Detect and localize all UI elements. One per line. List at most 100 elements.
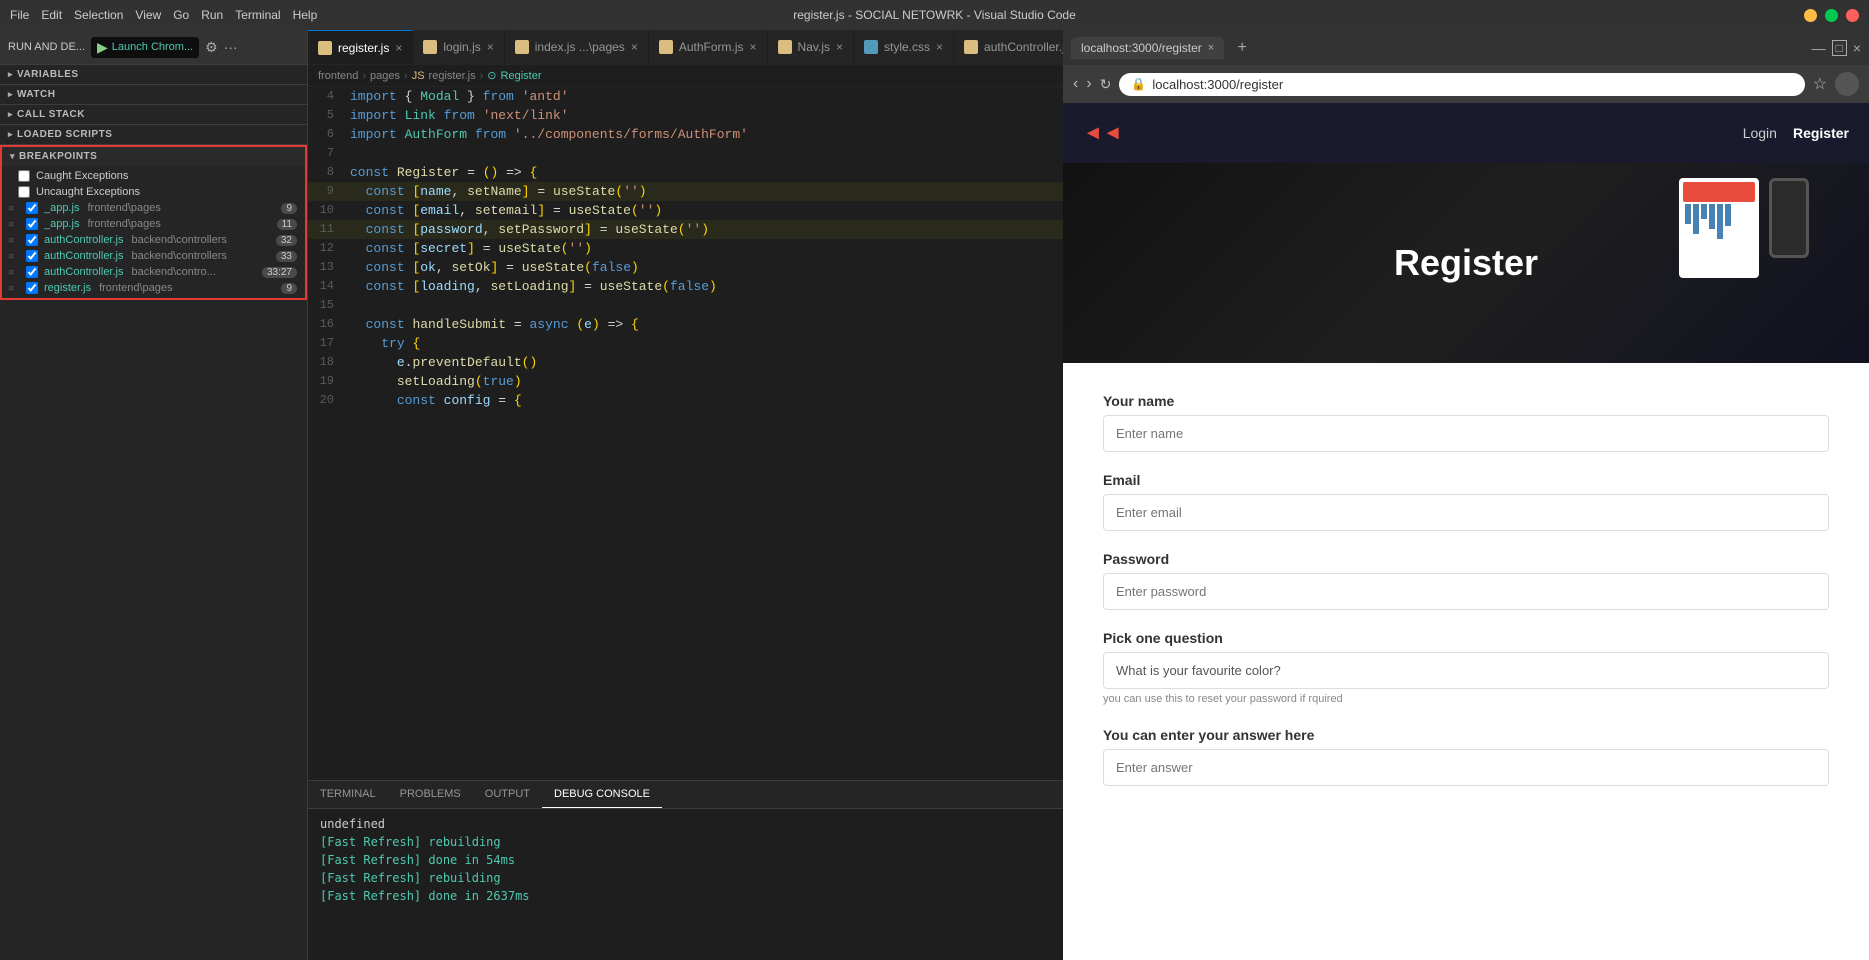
browser-content: ◄◄ Login Register <box>1063 103 1869 960</box>
bp-checkbox-0[interactable] <box>26 202 38 214</box>
email-input[interactable] <box>1103 494 1829 531</box>
watch-header[interactable]: WATCH <box>0 85 307 104</box>
tab-register-js[interactable]: register.js × <box>308 30 413 64</box>
uncaught-exceptions-checkbox[interactable] <box>18 186 30 198</box>
window-controls <box>1804 9 1859 22</box>
loaded-scripts-header[interactable]: LOADED SCRIPTS <box>0 125 307 144</box>
bp-checkbox-4[interactable] <box>26 266 38 278</box>
breadcrumb-register-symbol[interactable]: ⊙ <box>487 69 496 82</box>
maximize-button[interactable] <box>1825 9 1838 22</box>
breadcrumb-register-name[interactable]: Register <box>501 70 542 82</box>
terminal-line-3: [Fast Refresh] rebuilding <box>320 869 1051 887</box>
nav-login-link[interactable]: Login <box>1743 125 1777 141</box>
minimize-button[interactable] <box>1804 9 1817 22</box>
address-bar[interactable]: 🔒 localhost:3000/register <box>1119 73 1804 96</box>
breadcrumb-sep-2: › <box>404 70 408 82</box>
tab-label-nav: Nav.js <box>798 40 830 54</box>
breadcrumb-frontend[interactable]: frontend <box>318 70 358 82</box>
browser-maximize-icon[interactable]: □ <box>1832 40 1847 56</box>
more-icon[interactable]: ··· <box>224 39 238 55</box>
bookmark-button[interactable]: ☆ <box>1813 74 1827 94</box>
callstack-section: CALL STACK <box>0 105 307 125</box>
breadcrumb-register-js[interactable]: register.js <box>429 70 476 82</box>
new-tab-button[interactable]: + <box>1230 36 1254 60</box>
back-button[interactable]: ‹ <box>1073 75 1078 93</box>
tab-style-css[interactable]: style.css × <box>854 30 954 64</box>
tab-authform[interactable]: AuthForm.js × <box>649 30 768 64</box>
launch-config-button[interactable]: ▶ Launch Chrom... <box>91 37 199 58</box>
browser-close-icon[interactable]: × <box>1853 40 1861 56</box>
run-debug-label: RUN AND DE... <box>8 41 85 53</box>
tab-problems[interactable]: PROBLEMS <box>388 781 473 808</box>
terminal-line-1: [Fast Refresh] rebuilding <box>320 833 1051 851</box>
address-text: localhost:3000/register <box>1152 77 1283 92</box>
bp-checkbox-5[interactable] <box>26 282 38 294</box>
browser-tab-close[interactable]: × <box>1208 42 1214 54</box>
menu-selection[interactable]: Selection <box>74 8 123 22</box>
bp-checkbox-2[interactable] <box>26 234 38 246</box>
answer-input[interactable] <box>1103 749 1829 786</box>
breakpoints-chevron <box>10 151 15 162</box>
breadcrumb-pages[interactable]: pages <box>370 70 400 82</box>
js-file-icon <box>964 40 978 54</box>
browser-minimize-icon[interactable]: — <box>1812 40 1826 56</box>
question-select[interactable]: What is your favourite color? <box>1103 652 1829 689</box>
tab-terminal[interactable]: TERMINAL <box>308 781 388 808</box>
refresh-button[interactable]: ↻ <box>1100 76 1112 93</box>
lock-icon: 🔒 <box>1131 77 1146 91</box>
tab-close-login[interactable]: × <box>487 41 494 53</box>
tab-debug-console[interactable]: DEBUG CONSOLE <box>542 781 662 808</box>
terminal-tabs: TERMINAL PROBLEMS OUTPUT DEBUG CONSOLE <box>308 781 1063 809</box>
nav-register-link[interactable]: Register <box>1793 125 1849 141</box>
tab-authcontroller[interactable]: authController.js × <box>954 30 1063 64</box>
callstack-label: CALL STACK <box>17 109 85 120</box>
code-editor[interactable]: 4 import { Modal } from 'antd' 5 import … <box>308 87 1063 780</box>
bp-path-2: backend\controllers <box>132 234 227 246</box>
css-file-icon <box>864 40 878 54</box>
variables-chevron <box>8 69 13 80</box>
email-label: Email <box>1103 472 1829 488</box>
close-button[interactable] <box>1846 9 1859 22</box>
breakpoints-list: Caught Exceptions Uncaught Exceptions ○ … <box>2 166 305 298</box>
callstack-header[interactable]: CALL STACK <box>0 105 307 124</box>
bp-checkbox-3[interactable] <box>26 250 38 262</box>
form-group-question: Pick one question What is your favourite… <box>1103 630 1829 707</box>
menu-file[interactable]: File <box>10 8 29 22</box>
caught-exceptions-checkbox[interactable] <box>18 170 30 182</box>
name-label: Your name <box>1103 393 1829 409</box>
menu-edit[interactable]: Edit <box>41 8 62 22</box>
bp-checkbox-1[interactable] <box>26 218 38 230</box>
code-line-20: 20 const config = { <box>308 391 1063 410</box>
tab-close-nav[interactable]: × <box>836 41 843 53</box>
variables-label: VARIABLES <box>17 69 79 80</box>
tab-close-index-pages[interactable]: × <box>631 41 638 53</box>
tab-index-pages[interactable]: index.js ...\pages × <box>505 30 649 64</box>
tab-output[interactable]: OUTPUT <box>473 781 542 808</box>
code-line-14: 14 const [loading, setLoading] = useStat… <box>308 277 1063 296</box>
menu-terminal[interactable]: Terminal <box>235 8 280 22</box>
browser-tab-item[interactable]: localhost:3000/register × <box>1071 37 1224 59</box>
menu-run[interactable]: Run <box>201 8 223 22</box>
form-group-name: Your name <box>1103 393 1829 452</box>
uncaught-exceptions-item: Uncaught Exceptions <box>2 184 305 200</box>
name-input[interactable] <box>1103 415 1829 452</box>
tab-login-js[interactable]: login.js × <box>413 30 504 64</box>
tab-label-style: style.css <box>884 40 930 54</box>
code-line-6: 6 import AuthForm from '../components/fo… <box>308 125 1063 144</box>
tab-close-authform[interactable]: × <box>750 41 757 53</box>
bp-line-5: 9 <box>281 283 297 294</box>
tab-close-register[interactable]: × <box>395 42 402 54</box>
menu-go[interactable]: Go <box>173 8 189 22</box>
menu-view[interactable]: View <box>135 8 161 22</box>
gear-icon[interactable]: ⚙ <box>205 39 218 56</box>
breakpoints-header[interactable]: BREAKPOINTS <box>2 147 305 166</box>
bp-filename-5: register.js <box>44 282 91 294</box>
bp-filename-4: authController.js <box>44 266 124 278</box>
menu-help[interactable]: Help <box>293 8 318 22</box>
tab-close-style[interactable]: × <box>936 41 943 53</box>
password-input[interactable] <box>1103 573 1829 610</box>
loaded-scripts-section: LOADED SCRIPTS <box>0 125 307 145</box>
variables-header[interactable]: VARIABLES <box>0 65 307 84</box>
forward-button[interactable]: › <box>1086 75 1091 93</box>
tab-nav[interactable]: Nav.js × <box>768 30 854 64</box>
